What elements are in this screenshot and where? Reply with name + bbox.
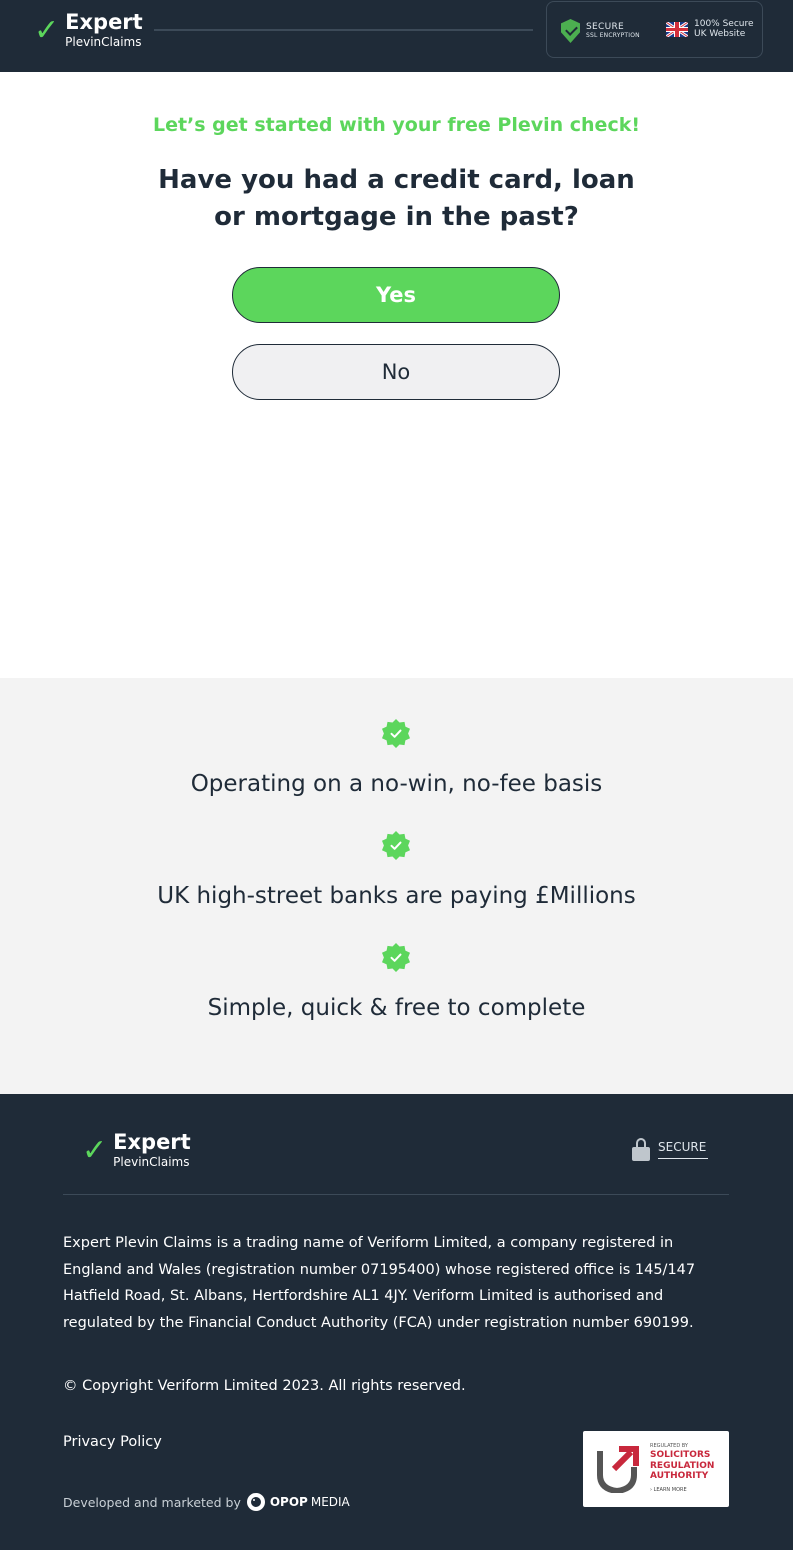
opop-logo-icon [246, 1493, 265, 1511]
checkmark-icon: ✓ [82, 1132, 108, 1168]
checkmark-icon: ✓ [34, 12, 60, 48]
sra-regulated-by: REGULATED BY [650, 1443, 688, 1449]
uk-website-badge: 100% Secure UK Website [666, 19, 754, 40]
logo-word-plevinclaims: PlevinClaims [65, 35, 142, 49]
sra-name: SOLICITORS REGULATION AUTHORITY [650, 1450, 715, 1481]
footer-secure-label: SECURE [658, 1140, 708, 1159]
ssl-badge: SECURE SSL ENCRYPTION [561, 19, 640, 43]
trust-badges: SECURE SSL ENCRYPTION 100% Secure UK Web… [546, 1, 763, 58]
legal-text: Expert Plevin Claims is a trading name o… [63, 1235, 696, 1331]
uk-badge-line1: 100% Secure [694, 19, 754, 29]
site-footer: ✓ Expert PlevinClaims SECURE Expert Plev… [0, 1094, 793, 1550]
verified-badge-icon [382, 943, 410, 972]
developer-credit: Developed and marketed by OPOP MEDIA [63, 1493, 350, 1511]
footer-divider [63, 1194, 729, 1195]
logo-word-plevinclaims: PlevinClaims [113, 1155, 190, 1169]
copyright-text: © Copyright Veriform Limited 2023. All r… [63, 1378, 466, 1394]
sra-logo-icon [597, 1446, 639, 1493]
header-divider [154, 29, 533, 31]
feature-text: Simple, quick & free to complete [207, 995, 586, 1021]
verified-badge-icon [382, 719, 410, 748]
ssl-badge-subtitle: SSL ENCRYPTION [586, 31, 640, 39]
feature-text: UK high-street banks are paying £Million… [157, 883, 636, 909]
shield-icon [561, 19, 580, 43]
sra-badge[interactable]: REGULATED BY SOLICITORS REGULATION AUTHO… [583, 1431, 729, 1507]
opop-brand-name[interactable]: OPOP [270, 1495, 308, 1509]
feature-text: Operating on a no-win, no-fee basis [190, 771, 603, 797]
question-heading: Have you had a credit card, loan or mort… [158, 165, 635, 232]
opop-brand-media: MEDIA [310, 1495, 350, 1509]
site-header: ✓ Expert PlevinClaims SECURE SSL ENCRYPT… [0, 0, 793, 72]
lock-icon [632, 1138, 650, 1161]
verified-badge-icon [382, 831, 410, 860]
sra-learn-more[interactable]: › LEARN MORE [650, 1487, 687, 1493]
logo-word-expert: Expert [65, 10, 143, 34]
tagline: Let’s get started with your free Plevin … [152, 114, 641, 136]
logo-word-expert: Expert [113, 1130, 191, 1154]
developed-label: Developed and marketed by [63, 1494, 241, 1510]
uk-badge-line2: UK Website [694, 29, 746, 40]
privacy-policy-link[interactable]: Privacy Policy [63, 1434, 162, 1450]
no-button[interactable]: No [232, 344, 560, 400]
footer-secure-badge: SECURE [632, 1138, 708, 1161]
header-logo[interactable]: ✓ Expert PlevinClaims [34, 10, 143, 49]
uk-flag-icon [666, 21, 688, 37]
footer-logo[interactable]: ✓ Expert PlevinClaims [82, 1130, 191, 1169]
yes-button[interactable]: Yes [232, 267, 560, 323]
features-section: Operating on a no-win, no-fee basis UK h… [0, 678, 793, 1094]
